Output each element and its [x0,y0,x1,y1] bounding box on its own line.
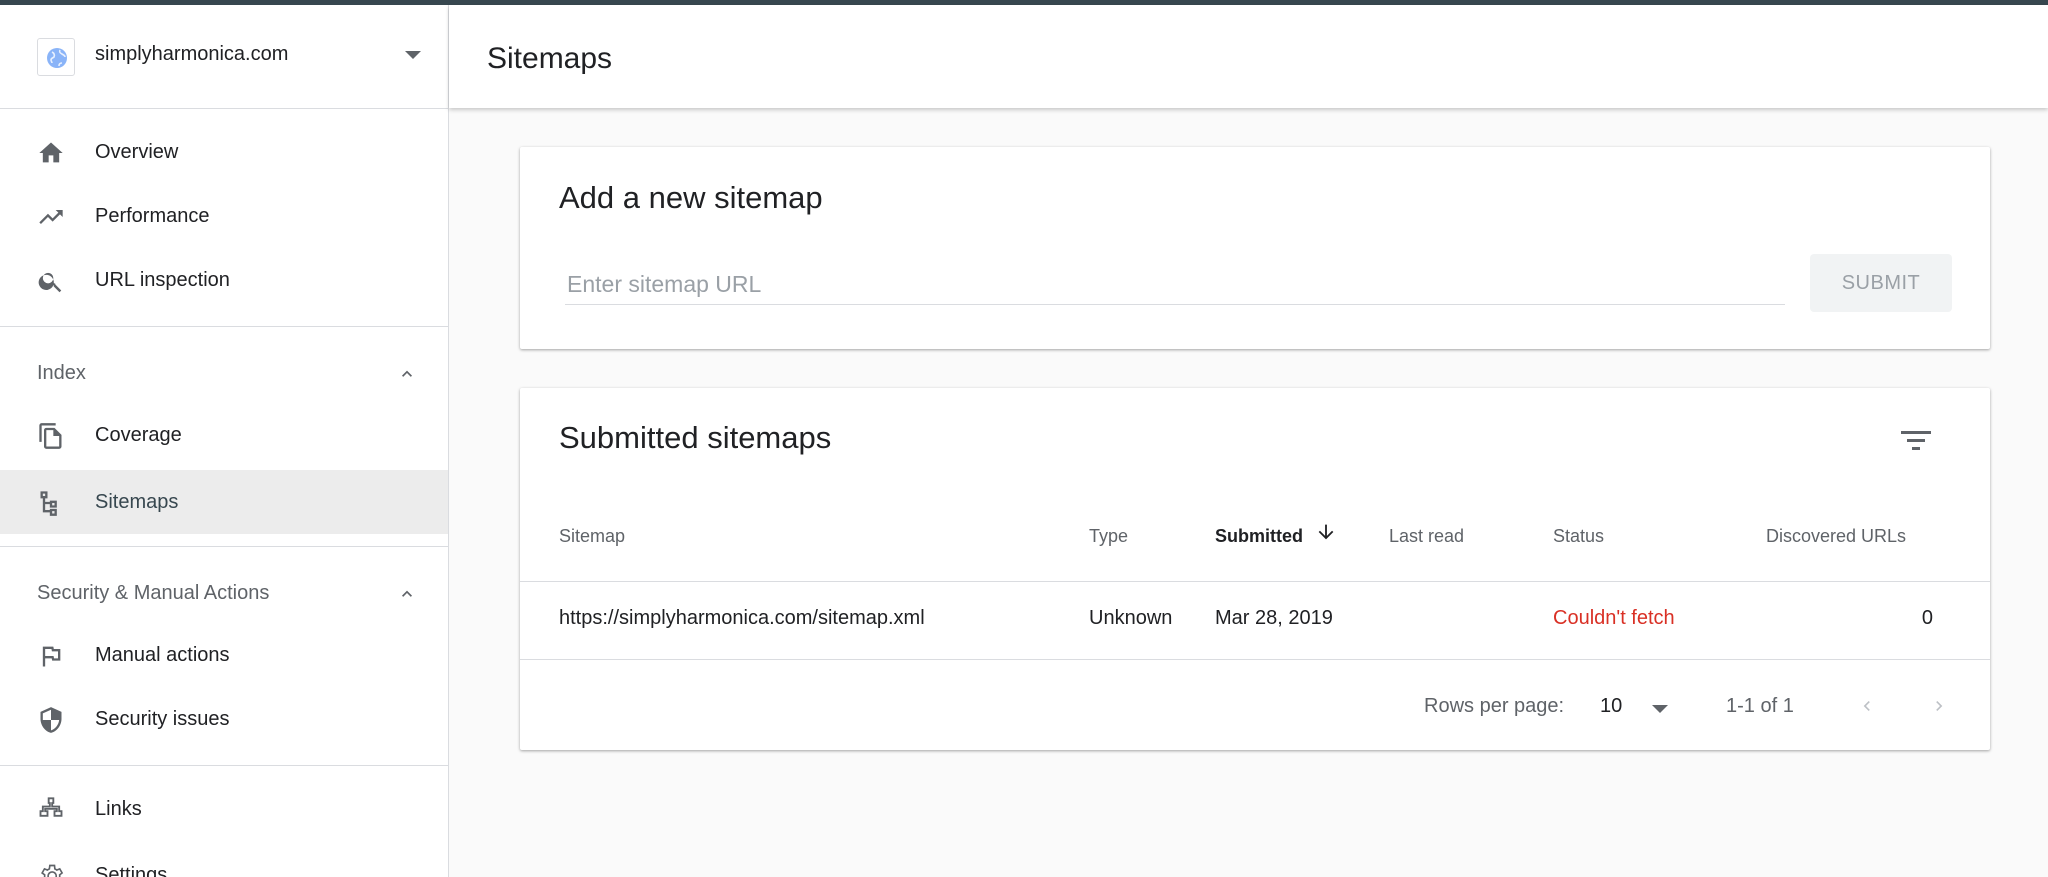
sidebar-item-label: Overview [95,141,179,163]
home-icon [39,142,63,163]
sidebar: simplyharmonica.com Overview Performance… [0,5,449,877]
cell-submitted: Mar 28, 2019 [1215,607,1333,629]
column-header-submitted[interactable]: Submitted [1215,526,1303,547]
sidebar-item-coverage[interactable]: Coverage [0,403,448,467]
arrow-down-icon[interactable] [1315,521,1337,543]
property-selector[interactable]: simplyharmonica.com [0,5,448,109]
next-page-button[interactable] [1917,684,1961,728]
flag-icon [42,646,61,667]
sidebar-item-label: Links [95,798,142,820]
sitemap-url-input[interactable] [565,265,1785,305]
cell-sitemap[interactable]: https://simplyharmonica.com/sitemap.xml [559,607,925,630]
sidebar-divider [0,765,448,766]
sidebar-item-settings[interactable]: Settings [0,843,448,877]
rows-per-page-select[interactable]: 10 [1600,688,1680,724]
section-header-security[interactable]: Security & Manual Actions [0,566,448,622]
page-title: Sitemaps [487,42,613,75]
card-title: Add a new sitemap [559,180,823,215]
column-header-status[interactable]: Status [1553,526,1604,547]
previous-page-button[interactable] [1845,684,1889,728]
pagination-range: 1-1 of 1 [1726,695,1794,717]
chevron-up-icon [402,370,412,377]
sidebar-item-label: Performance [95,205,210,227]
add-sitemap-card: Add a new sitemap SUBMIT [520,147,1990,349]
status-badge: Couldn't fetch [1553,607,1675,629]
sidebar-item-label: Manual actions [95,644,230,666]
sidebar-item-label: Security issues [95,708,230,730]
submitted-sitemaps-card: Submitted sitemaps Sitemap Type Submitte… [520,388,1990,750]
rows-per-page-value: 10 [1600,695,1623,717]
links-icon [39,797,63,817]
filter-button[interactable] [1893,418,1937,462]
sidebar-divider [0,546,448,547]
section-label: Index [37,362,86,384]
cell-type: Unknown [1089,607,1173,629]
filter-icon [1901,431,1931,450]
sidebar-item-manual-actions[interactable]: Manual actions [0,623,448,687]
shield-icon [40,707,62,733]
chevron-left-icon [1863,701,1870,711]
search-icon [38,272,62,293]
sidebar-item-label: Sitemaps [95,491,179,513]
sidebar-item-label: URL inspection [95,269,230,291]
chevron-down-icon [1652,705,1668,713]
sidebar-item-url-inspection[interactable]: URL inspection [0,248,448,312]
chevron-up-icon [402,590,412,597]
card-title: Submitted sitemaps [559,420,832,455]
gear-icon [41,864,64,877]
column-header-sitemap[interactable]: Sitemap [559,526,625,547]
column-header-last-read[interactable]: Last read [1389,526,1464,547]
column-header-type[interactable]: Type [1089,526,1128,547]
sidebar-item-security-issues[interactable]: Security issues [0,687,448,751]
table-divider [520,581,1990,582]
chevron-right-icon [1936,701,1943,711]
sidebar-item-label: Coverage [95,424,182,446]
sidebar-item-performance[interactable]: Performance [0,184,448,248]
table-divider [520,659,1990,660]
chevron-down-icon[interactable] [405,51,421,59]
trending-up-icon [39,210,63,224]
section-header-index[interactable]: Index [0,346,448,402]
globe-icon [37,38,75,76]
sidebar-item-label: Settings [95,864,168,877]
sidebar-divider [0,326,448,327]
sidebar-item-sitemaps[interactable]: Sitemaps [0,470,448,534]
submit-button[interactable]: SUBMIT [1810,254,1952,312]
rows-per-page-label: Rows per page: [1424,695,1565,717]
section-label: Security & Manual Actions [37,582,270,604]
file-copy-icon [39,423,62,449]
sidebar-item-overview[interactable]: Overview [0,120,448,184]
property-name: simplyharmonica.com [95,43,289,65]
sidebar-item-links[interactable]: Links [0,777,448,841]
column-header-discovered-urls[interactable]: Discovered URLs [1766,526,1906,547]
sitemap-icon [40,491,57,516]
cell-discovered-urls: 0 [1921,607,1933,629]
page-header: Sitemaps [449,5,2048,108]
